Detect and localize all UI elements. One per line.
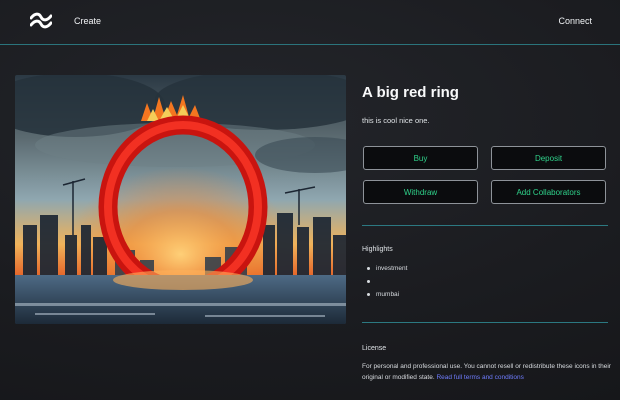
list-item: mumbai	[366, 288, 407, 301]
add-collaborators-button[interactable]: Add Collaborators	[491, 180, 606, 204]
item-title: A big red ring	[362, 84, 459, 101]
header-divider	[0, 44, 620, 45]
license-text: For personal and professional use. You c…	[362, 361, 612, 383]
highlights-heading: Highlights	[362, 246, 393, 253]
buy-button[interactable]: Buy	[363, 146, 478, 170]
connect-button[interactable]: Connect	[558, 16, 592, 26]
list-item: investment	[366, 262, 407, 275]
section-divider	[362, 322, 608, 323]
wave-logo-icon[interactable]	[29, 12, 53, 30]
top-navigation-bar: Create Connect	[0, 0, 620, 44]
license-heading: License	[362, 345, 387, 352]
artwork-image	[15, 75, 346, 324]
withdraw-button[interactable]: Withdraw	[363, 180, 478, 204]
highlights-list: investment mumbai	[366, 262, 407, 301]
terms-link[interactable]: Read full terms and conditions	[436, 374, 523, 381]
nav-create-link[interactable]: Create	[74, 16, 101, 26]
list-item	[366, 275, 407, 288]
item-description: this is cool nice one.	[362, 116, 430, 125]
deposit-button[interactable]: Deposit	[491, 146, 606, 170]
section-divider	[362, 225, 608, 226]
